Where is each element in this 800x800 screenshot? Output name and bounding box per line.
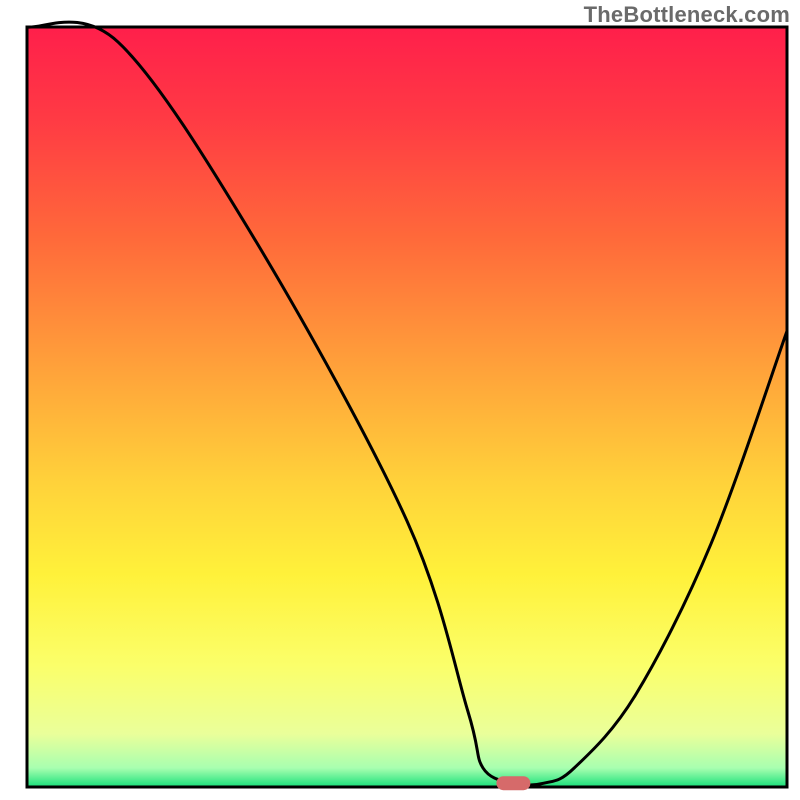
bottleneck-chart: [0, 0, 800, 800]
plot-background: [27, 27, 787, 787]
optimal-point-marker: [496, 776, 530, 790]
chart-container: TheBottleneck.com: [0, 0, 800, 800]
